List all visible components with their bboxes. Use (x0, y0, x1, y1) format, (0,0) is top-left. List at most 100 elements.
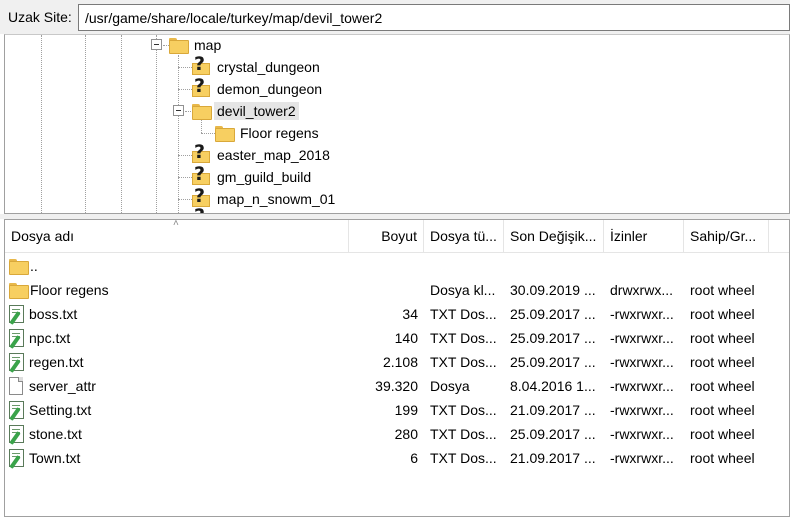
tree-guide-line (121, 35, 122, 213)
tree-item-floor-regens[interactable]: Floor regens (215, 123, 322, 143)
file-row[interactable]: Setting.txt 199 TXT Dos... 21.09.2017 ... -r… (5, 398, 789, 422)
tree-guide-line (178, 67, 192, 68)
file-permissions: -rwxrwxr... (610, 450, 674, 466)
folder-icon (9, 283, 29, 299)
file-name: .. (30, 258, 38, 274)
file-type: TXT Dos... (430, 330, 497, 346)
unknown-folder-icon: ? (192, 143, 210, 164)
text-file-icon (9, 401, 25, 421)
file-size: 6 (410, 450, 418, 466)
column-header-permissions[interactable]: İzinler (604, 220, 684, 253)
tree-item-demon-dungeon[interactable]: ? demon_dungeon (192, 77, 325, 99)
tree-guide-line (41, 35, 42, 213)
text-file-icon (9, 449, 25, 469)
file-type: TXT Dos... (430, 450, 497, 466)
file-owner-group: root wheel (690, 450, 755, 466)
unknown-folder-icon: ? (192, 55, 210, 76)
tree-guide-line (85, 35, 86, 213)
file-permissions: -rwxrwxr... (610, 378, 674, 394)
file-modified: 25.09.2017 ... (510, 354, 596, 370)
file-name: npc.txt (29, 330, 71, 346)
file-row[interactable]: boss.txt 34 TXT Dos... 25.09.2017 ... -rwxrw… (5, 302, 789, 326)
file-type: TXT Dos... (430, 402, 497, 418)
file-modified (504, 254, 604, 278)
text-file-icon (9, 353, 25, 373)
file-row[interactable]: Town.txt 6 TXT Dos... 21.09.2017 ... -rwxrwx… (5, 446, 789, 470)
tree-guide-line (178, 155, 192, 156)
file-row[interactable]: npc.txt 140 TXT Dos... 25.09.2017 ... -rwxrw… (5, 326, 789, 350)
tree-item-devil-tower2[interactable]: devil_tower2 (192, 101, 299, 121)
file-name: Setting.txt (29, 402, 92, 418)
file-type: Dosya (430, 378, 470, 394)
file-owner-group: root wheel (690, 402, 755, 418)
remote-file-list[interactable]: ˄ Dosya adı Boyut Dosya tü... Son Değişi… (4, 219, 790, 517)
file-name-cell: stone.txt (5, 422, 349, 446)
file-type (424, 254, 504, 278)
file-owner-group: root wheel (690, 426, 755, 442)
file-modified: 25.09.2017 ... (510, 330, 596, 346)
file-row[interactable]: .. (5, 254, 789, 278)
file-owner-group: root wheel (690, 282, 755, 298)
file-permissions: -rwxrwxr... (610, 354, 674, 370)
tree-guide-line (178, 89, 192, 90)
file-name-cell: server_attr (5, 374, 349, 398)
remote-path-input[interactable] (78, 4, 790, 31)
file-owner-group: root wheel (690, 306, 755, 322)
file-permissions: drwxrwx... (610, 282, 673, 298)
unknown-folder-icon: ? (192, 77, 210, 98)
folder-icon (192, 104, 212, 120)
column-header-size[interactable]: Boyut (349, 220, 424, 253)
tree-item-crystal-dungeon[interactable]: ? crystal_dungeon (192, 55, 323, 77)
folder-icon (215, 126, 235, 142)
collapse-map-toggle[interactable] (151, 39, 162, 50)
column-header-modified[interactable]: Son Değişik... (504, 220, 604, 253)
tree-item-gm-guild-build[interactable]: ? gm_guild_build (192, 165, 314, 187)
text-file-icon (9, 305, 25, 325)
tree-guide-line (201, 133, 215, 134)
file-permissions (604, 254, 684, 278)
file-name: Floor regens (30, 282, 109, 298)
tree-item-label: gm_guild_build (217, 169, 312, 185)
column-header-name[interactable]: Dosya adı (5, 220, 349, 253)
file-modified: 8.04.2016 1... (510, 378, 596, 394)
file-name-cell: .. (5, 254, 349, 278)
file-list-header: ˄ Dosya adı Boyut Dosya tü... Son Değişi… (5, 220, 789, 253)
file-size: 199 (394, 402, 418, 418)
column-header-type[interactable]: Dosya tü... (424, 220, 504, 253)
tree-item-label: easter_map_2018 (217, 147, 330, 163)
tree-item-easter-map-2018[interactable]: ? easter_map_2018 (192, 143, 333, 165)
file-size: 2.108 (382, 354, 418, 370)
file-row[interactable]: stone.txt 280 TXT Dos... 25.09.2017 ... -rwx… (5, 422, 789, 446)
file-name: Town.txt (29, 450, 81, 466)
tree-item-label: demon_dungeon (217, 81, 323, 97)
file-owner-group: root wheel (690, 378, 755, 394)
remote-directory-tree[interactable]: map ? crystal_dungeon ? demon_dungeon de… (4, 34, 790, 214)
collapse-devil-tower2-toggle[interactable] (173, 105, 184, 116)
tree-item-label: devil_tower2 (214, 102, 299, 120)
file-type: TXT Dos... (430, 354, 497, 370)
file-modified: 21.09.2017 ... (510, 402, 596, 418)
file-name: server_attr (29, 378, 96, 394)
tree-item-map-n-snowm-01[interactable]: ? map_n_snowm_01 (192, 187, 338, 209)
remote-site-label: Uzak Site: (8, 9, 72, 25)
folder-icon (9, 259, 29, 275)
file-modified: 30.09.2019 ... (510, 282, 596, 298)
file-owner-group: root wheel (690, 354, 755, 370)
file-row[interactable]: Floor regens Dosya kl... 30.09.2019 ... drw… (5, 278, 789, 302)
file-size: 280 (394, 426, 418, 442)
file-name-cell: npc.txt (5, 326, 349, 350)
file-row[interactable]: server_attr 39.320 Dosya 8.04.2016 1... -rwx… (5, 374, 789, 398)
column-header-owner-group[interactable]: Sahip/Gr... (684, 220, 769, 253)
tree-item-map[interactable]: map (169, 35, 224, 55)
file-name: stone.txt (29, 426, 82, 442)
unknown-folder-icon: ? (192, 165, 210, 186)
file-row[interactable]: regen.txt 2.108 TXT Dos... 25.09.2017 ... -r… (5, 350, 789, 374)
file-modified: 21.09.2017 ... (510, 450, 596, 466)
file-name-cell: Setting.txt (5, 398, 349, 422)
file-name: regen.txt (29, 354, 84, 370)
tree-guide-line (178, 199, 192, 200)
file-modified: 25.09.2017 ... (510, 306, 596, 322)
file-name: boss.txt (29, 306, 78, 322)
file-type: TXT Dos... (430, 306, 497, 322)
tree-guide-line (178, 55, 179, 213)
